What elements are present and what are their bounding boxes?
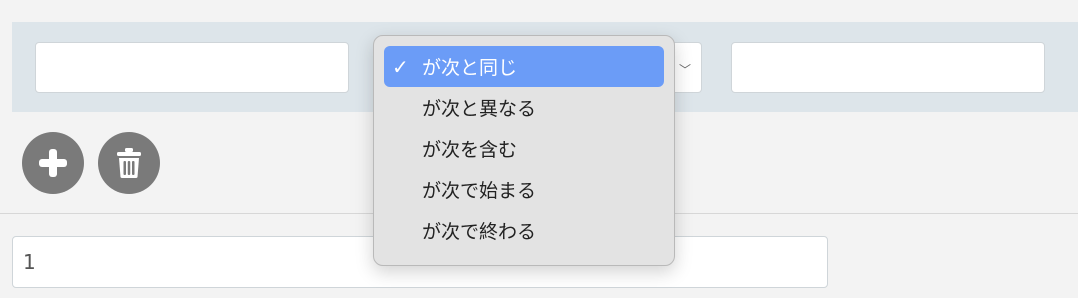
operator-option-equals[interactable]: ✓ が次と同じ bbox=[384, 46, 664, 87]
operator-dropdown-menu: ✓ が次と同じ が次と異なる が次を含む が次で始まる が次で終わる bbox=[373, 35, 675, 266]
plus-icon bbox=[39, 149, 67, 177]
operator-option-starts-with[interactable]: が次で始まる bbox=[384, 169, 664, 210]
operator-option-not-equals[interactable]: が次と異なる bbox=[384, 87, 664, 128]
chevron-down-icon: ﹀ bbox=[678, 63, 691, 77]
operator-option-label: が次で終わる bbox=[422, 221, 537, 243]
operator-option-label: が次と異なる bbox=[422, 98, 537, 120]
right-value-field[interactable] bbox=[731, 42, 1045, 93]
operator-option-contains[interactable]: が次を含む bbox=[384, 128, 664, 169]
operator-option-label: が次と同じ bbox=[422, 57, 518, 79]
operator-option-ends-with[interactable]: が次で終わる bbox=[384, 210, 664, 251]
trash-icon bbox=[117, 148, 141, 178]
operator-option-label: が次で始まる bbox=[422, 180, 537, 202]
left-value-field[interactable] bbox=[35, 42, 349, 93]
page: ﹀ ✓ が次と同じ が次と異なる が次を含む bbox=[0, 0, 1078, 298]
operator-option-label: が次を含む bbox=[422, 139, 518, 161]
delete-condition-button[interactable] bbox=[98, 132, 160, 194]
add-condition-button[interactable] bbox=[22, 132, 84, 194]
checkmark-icon: ✓ bbox=[392, 55, 409, 79]
